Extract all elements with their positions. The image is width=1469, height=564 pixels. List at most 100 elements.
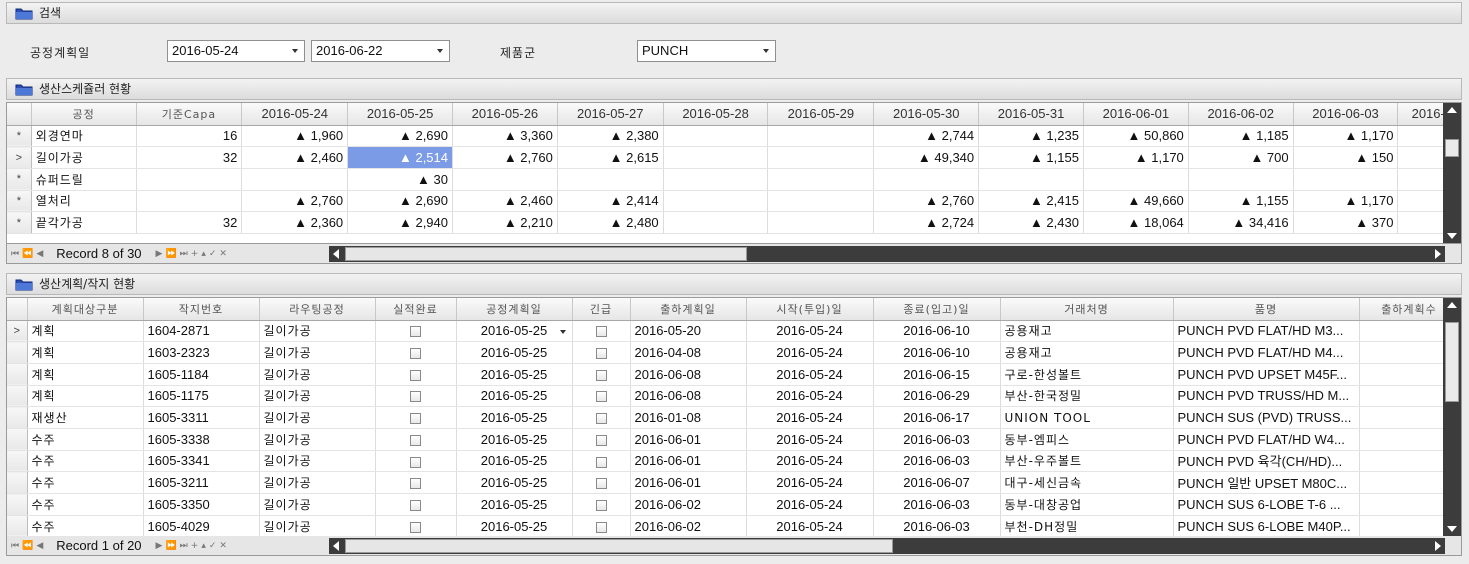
row-indicator[interactable]: * (7, 125, 32, 148)
plan-type-cell[interactable]: 수주 (27, 471, 144, 494)
routing-cell[interactable]: 길이가공 (259, 493, 376, 516)
plan-date-cell[interactable]: 2016-05-25 (456, 406, 573, 429)
client-cell[interactable]: 공용재고 (1000, 320, 1174, 343)
table-row[interactable]: 수주 1605-4029 길이가공 2016-05-25 2016-06-02 2016-… (7, 515, 1460, 536)
row-indicator[interactable]: > (7, 320, 28, 343)
row-indicator[interactable] (7, 406, 28, 429)
plan-date-cell[interactable]: 2016-05-25 (456, 320, 573, 343)
column-header[interactable]: 2016-06-03 (1293, 103, 1399, 126)
schedule-cell[interactable]: ▲ 2,744 (873, 125, 980, 148)
table-row[interactable]: 계획 1605-1184 길이가공 2016-05-25 2016-06-08 2016-… (7, 363, 1460, 386)
scroll-down-icon[interactable] (1447, 526, 1457, 532)
checkbox-icon[interactable] (595, 391, 607, 403)
schedule-cell[interactable] (978, 168, 1084, 191)
schedule-cell[interactable]: ▲ 49,660 (1083, 190, 1189, 213)
plan-type-cell[interactable]: 수주 (27, 450, 144, 473)
plan-type-cell[interactable]: 재생산 (27, 406, 144, 429)
urgent-checkbox-cell[interactable] (572, 450, 631, 473)
column-header[interactable]: 2016-05-25 (347, 103, 453, 126)
order-number-cell[interactable]: 1605-3341 (143, 450, 260, 473)
schedule-cell[interactable]: ▲ 1,170 (1083, 146, 1189, 169)
checkbox-icon[interactable] (595, 369, 607, 381)
order-number-cell[interactable]: 1605-3350 (143, 493, 260, 516)
schedule-cell[interactable]: ▲ 1,235 (978, 125, 1084, 148)
plan-type-cell[interactable]: 계획 (27, 385, 144, 408)
client-cell[interactable]: UNION TOOL (1000, 406, 1174, 429)
scroll-left-icon[interactable] (333, 249, 339, 259)
end-date-cell[interactable]: 2016-06-17 (873, 406, 1001, 429)
item-name-cell[interactable]: PUNCH PVD FLAT/HD M4... (1173, 341, 1360, 364)
capa-cell[interactable]: 16 (136, 125, 243, 148)
schedule-cell[interactable] (663, 146, 769, 169)
table-row[interactable]: 수주 1605-3211 길이가공 2016-05-25 2016-06-01 2016-… (7, 471, 1460, 494)
end-date-cell[interactable]: 2016-06-03 (873, 450, 1001, 473)
schedule-cell[interactable]: ▲ 2,615 (557, 146, 664, 169)
checkbox-icon[interactable] (410, 391, 421, 403)
routing-cell[interactable]: 길이가공 (259, 406, 376, 429)
routing-cell[interactable]: 길이가공 (259, 515, 376, 536)
item-name-cell[interactable]: PUNCH PVD UPSET M45F... (1173, 363, 1360, 386)
plan-date-cell[interactable]: 2016-05-25 (456, 471, 573, 494)
schedule-cell[interactable] (1293, 168, 1399, 191)
item-name-cell[interactable]: PUNCH PVD FLAT/HD W4... (1173, 428, 1360, 451)
start-date-cell[interactable]: 2016-05-24 (746, 320, 874, 343)
schedule-cell[interactable] (557, 168, 664, 191)
next-page-icon[interactable]: ⏩ (165, 249, 179, 259)
scheduler-grid[interactable]: 공정 기준Capa 2016-05-24 2016-05-25 2016-05-26 20… (6, 102, 1462, 244)
order-number-cell[interactable]: 1604-2871 (143, 320, 260, 343)
end-date-cell[interactable]: 2016-06-10 (873, 341, 1001, 364)
checkbox-icon[interactable] (410, 326, 421, 338)
ship-date-cell[interactable]: 2016-01-08 (630, 406, 747, 429)
table-row[interactable]: 재생산 1605-3311 길이가공 2016-05-25 2016-01-08 2016… (7, 406, 1460, 429)
schedule-cell[interactable] (663, 168, 769, 191)
urgent-checkbox-cell[interactable] (572, 363, 631, 386)
plan-date-cell[interactable]: 2016-05-25 (456, 385, 573, 408)
schedule-cell[interactable]: ▲ 1,960 (241, 125, 349, 148)
schedule-cell[interactable]: ▲ 2,760 (452, 146, 558, 169)
plan-grid[interactable]: 계획대상구분 작지번호 라우팅공정 실적완료 공정계획일 긴급 출하계획일 시작(투입)일 종료… (6, 297, 1462, 537)
schedule-cell[interactable] (767, 190, 875, 213)
plan-type-cell[interactable]: 계획 (27, 320, 144, 343)
order-number-cell[interactable]: 1605-3211 (143, 471, 260, 494)
add-record-icon[interactable]: + (191, 249, 202, 259)
start-date-cell[interactable]: 2016-05-24 (746, 471, 874, 494)
client-cell[interactable]: 부산-우주볼트 (1000, 450, 1174, 473)
checkbox-icon[interactable] (595, 456, 607, 468)
urgent-checkbox-cell[interactable] (572, 406, 631, 429)
schedule-cell[interactable] (1083, 168, 1189, 191)
product-group-combo[interactable]: PUNCH (637, 40, 776, 62)
column-header[interactable]: 라우팅공정 (259, 298, 376, 321)
column-header[interactable]: 출하계획일 (630, 298, 747, 321)
plan-horizontal-scrollbar[interactable] (329, 538, 1445, 554)
urgent-checkbox-cell[interactable] (572, 515, 631, 536)
completed-checkbox-cell[interactable] (375, 428, 457, 451)
prev-page-icon[interactable]: ⏪ (22, 249, 36, 259)
ship-date-cell[interactable]: 2016-05-20 (630, 320, 747, 343)
client-cell[interactable]: 대구-세신금속 (1000, 471, 1174, 494)
scheduler-vertical-scrollbar[interactable] (1443, 103, 1461, 243)
urgent-checkbox-cell[interactable] (572, 385, 631, 408)
schedule-cell[interactable] (663, 211, 769, 234)
dropdown-arrow-icon[interactable] (763, 49, 769, 53)
schedule-cell[interactable]: ▲ 700 (1188, 146, 1294, 169)
schedule-cell[interactable]: ▲ 2,940 (347, 211, 453, 234)
schedule-cell[interactable]: ▲ 1,170 (1293, 190, 1399, 213)
table-row[interactable]: * 열처리 ▲ 2,760 ▲ 2,690 ▲ 2,460 ▲ 2,414 ▲ 2,760 ▲… (7, 190, 1459, 213)
plan-date-cell[interactable]: 2016-05-25 (456, 341, 573, 364)
schedule-cell[interactable] (1188, 168, 1294, 191)
move-up-icon[interactable]: ▴ (201, 541, 209, 551)
schedule-cell[interactable] (767, 211, 875, 234)
checkbox-icon[interactable] (595, 413, 607, 425)
routing-cell[interactable]: 길이가공 (259, 385, 376, 408)
row-indicator[interactable] (7, 428, 28, 451)
checkbox-icon[interactable] (595, 326, 607, 338)
client-cell[interactable]: 공용재고 (1000, 341, 1174, 364)
routing-cell[interactable]: 길이가공 (259, 471, 376, 494)
plan-date-cell[interactable]: 2016-05-25 (456, 515, 573, 536)
schedule-cell[interactable]: ▲ 150 (1293, 146, 1399, 169)
plan-date-cell[interactable]: 2016-05-25 (456, 493, 573, 516)
column-header[interactable]: 2016-05-31 (978, 103, 1084, 126)
table-row[interactable]: * 외경연마 16 ▲ 1,960 ▲ 2,690 ▲ 3,360 ▲ 2,380 ▲ 2,7… (7, 125, 1459, 148)
date-to-combo[interactable]: 2016-06-22 (311, 40, 450, 62)
item-name-cell[interactable]: PUNCH PVD TRUSS/HD M... (1173, 385, 1360, 408)
